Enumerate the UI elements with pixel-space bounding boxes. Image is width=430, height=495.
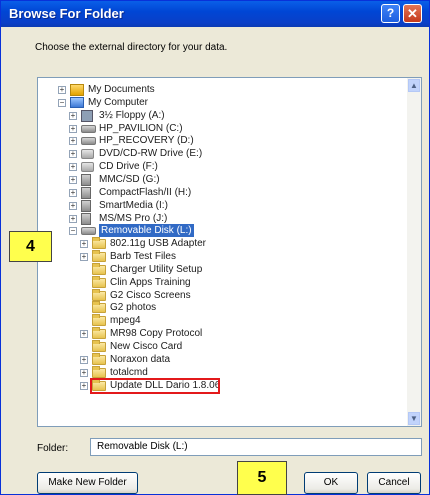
folder-icon xyxy=(92,262,106,275)
card-reader-icon xyxy=(81,199,91,212)
expand-icon[interactable]: + xyxy=(80,355,88,364)
tree-item-label: totalcmd xyxy=(110,366,148,378)
tree-item-label: SmartMedia (I:) xyxy=(99,199,168,211)
folder-icon xyxy=(92,237,106,250)
tree-item-label: G2 photos xyxy=(110,302,157,314)
expand-icon[interactable]: + xyxy=(80,368,88,377)
tree-item-label: Charger Utility Setup xyxy=(110,263,203,275)
expand-icon[interactable]: + xyxy=(69,111,77,120)
help-button[interactable]: ? xyxy=(381,4,400,23)
close-button[interactable]: ✕ xyxy=(403,4,422,23)
instruction-text: Choose the external directory for your d… xyxy=(35,42,228,53)
folder-icon xyxy=(92,365,106,378)
tree-item-label: Barb Test Files xyxy=(110,251,176,263)
tree-item-label: MMC/SD (G:) xyxy=(99,173,160,185)
ok-button[interactable]: OK xyxy=(304,472,358,494)
noraxon-data-highlight-box xyxy=(90,378,220,394)
cd-drive-icon xyxy=(81,162,94,173)
collapse-icon[interactable]: − xyxy=(69,227,77,236)
folder-tree[interactable]: ▲ ▼ + My Documents − My Computer +3½ Floppy … xyxy=(37,77,422,427)
expand-icon[interactable]: + xyxy=(69,214,77,223)
folder-icon xyxy=(92,250,106,263)
expand-icon[interactable]: + xyxy=(80,330,88,339)
folder-icon xyxy=(92,314,106,327)
dialog-title: Browse For Folder xyxy=(9,6,124,21)
tree-item-label: 802.11g USB Adapter xyxy=(110,238,206,250)
scroll-up-arrow-icon[interactable]: ▲ xyxy=(408,79,420,92)
folder-icon xyxy=(92,327,106,340)
tree-item-label: 3½ Floppy (A:) xyxy=(99,109,165,121)
tree-item-label: Removable Disk (L:) xyxy=(99,224,194,238)
tree-item-label: HP_PAVILION (C:) xyxy=(99,122,183,134)
folder-input[interactable]: Removable Disk (L:) xyxy=(90,438,422,456)
folder-icon xyxy=(92,340,106,352)
cancel-button[interactable]: Cancel xyxy=(367,472,421,494)
tree-item-label: CompactFlash/II (H:) xyxy=(99,186,192,198)
folder-icon xyxy=(92,301,106,314)
expand-icon[interactable]: + xyxy=(69,137,77,146)
folder-label: Folder: xyxy=(37,443,69,454)
expand-icon[interactable]: + xyxy=(80,253,88,262)
tree-item-label: CD Drive (F:) xyxy=(99,161,158,173)
expand-icon[interactable]: + xyxy=(80,240,88,249)
tree-item-label: mpeg4 xyxy=(110,315,141,327)
card-reader-icon xyxy=(81,186,91,199)
tree-item-label: MS/MS Pro (J:) xyxy=(99,212,168,224)
card-reader-icon xyxy=(81,212,91,225)
collapse-icon[interactable]: − xyxy=(58,98,66,107)
drive-icon xyxy=(81,137,96,146)
removable-disk-icon xyxy=(81,227,96,236)
tree-item-label: G2 Cisco Screens xyxy=(110,289,191,301)
step-5-callout: 5 xyxy=(237,461,287,495)
folder-icon xyxy=(92,288,106,301)
vertical-scrollbar[interactable]: ▲ ▼ xyxy=(407,78,421,426)
browse-for-folder-dialog: Browse For Folder ? ✕ Choose the externa… xyxy=(0,0,430,495)
folder-icon xyxy=(92,275,106,288)
title-bar[interactable]: Browse For Folder ? ✕ xyxy=(1,1,429,27)
tree-item-label: HP_RECOVERY (D:) xyxy=(99,135,194,147)
expand-icon[interactable]: + xyxy=(58,86,66,94)
make-new-folder-button[interactable]: Make New Folder xyxy=(37,472,138,494)
tree-item-label: New Cisco Card xyxy=(110,341,183,352)
tree-item-label: Clin Apps Training xyxy=(110,276,191,288)
card-reader-icon xyxy=(81,173,91,186)
expand-icon[interactable]: + xyxy=(69,201,77,210)
folder-icon xyxy=(92,352,106,365)
expand-icon[interactable]: + xyxy=(80,381,88,390)
cd-drive-icon xyxy=(81,149,94,160)
drive-icon xyxy=(81,124,96,133)
expand-icon[interactable]: + xyxy=(69,175,77,184)
expand-icon[interactable]: + xyxy=(69,188,77,197)
tree-item-label: Noraxon data xyxy=(110,353,171,365)
tree-item-label: My Documents xyxy=(88,84,155,95)
scroll-down-arrow-icon[interactable]: ▼ xyxy=(408,412,420,425)
expand-icon[interactable]: + xyxy=(69,150,77,159)
my-documents-icon xyxy=(70,84,84,96)
floppy-icon xyxy=(81,109,93,122)
tree-item-label: MR98 Copy Protocol xyxy=(110,328,203,340)
expand-icon[interactable]: + xyxy=(69,124,77,133)
step-4-callout: 4 xyxy=(9,231,52,262)
tree-item-label: DVD/CD-RW Drive (E:) xyxy=(99,148,203,160)
tree-item-label: My Computer xyxy=(88,96,149,108)
expand-icon[interactable]: + xyxy=(69,163,77,172)
my-computer-icon xyxy=(70,96,84,108)
